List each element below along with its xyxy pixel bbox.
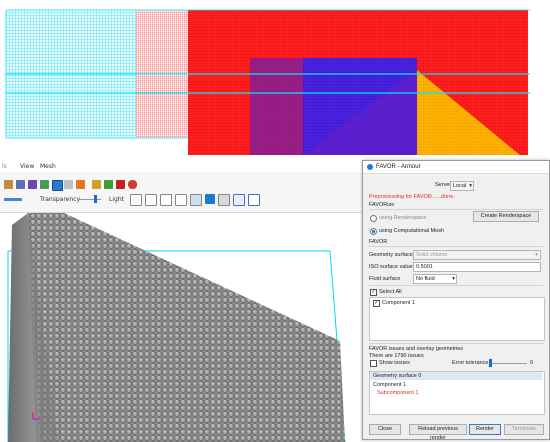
- light-label: Light: [109, 196, 124, 203]
- issues-section: FAVOR issues and overlay geometries: [369, 346, 464, 352]
- mesh-radio[interactable]: [370, 228, 377, 235]
- bc-icon[interactable]: [233, 194, 245, 206]
- axis-x-icon[interactable]: [145, 194, 157, 206]
- renderspace-radio-label: using Renderspace: [379, 215, 427, 221]
- divider: [369, 285, 543, 286]
- show-issues-label: Show issues: [379, 360, 410, 366]
- select-all-checkbox[interactable]: ✓: [370, 289, 377, 296]
- iso-surface-input[interactable]: 0.5001: [413, 262, 541, 272]
- fluid-surface-select[interactable]: No fluid ▾: [413, 274, 457, 284]
- menu-item-mesh[interactable]: Mesh: [40, 163, 56, 170]
- component-item[interactable]: Component 1: [382, 300, 415, 306]
- server-select[interactable]: Local ▾: [450, 181, 474, 191]
- menu-bar: ls View Mesh: [0, 160, 362, 172]
- light-slider-thumb[interactable]: [94, 195, 97, 203]
- toolbar: Transparency Light: [0, 172, 362, 213]
- print-icon[interactable]: [218, 194, 230, 206]
- fluid-surface-value: No fluid: [416, 276, 435, 282]
- edit-icon[interactable]: [248, 194, 260, 206]
- select-all-label: Select All: [379, 289, 402, 295]
- app-icon: [367, 164, 373, 170]
- divider: [369, 209, 543, 210]
- iso-view-icon[interactable]: [190, 194, 202, 206]
- mesh-top-canvas: [0, 0, 550, 160]
- solid-icon[interactable]: [16, 180, 25, 189]
- tree-component[interactable]: Component 1: [373, 382, 406, 388]
- component-checkbox[interactable]: ✓: [373, 300, 380, 307]
- component-icon[interactable]: [28, 180, 37, 189]
- favor-dialog: FAVOR - Armour Server Local ▾ Preprocess…: [362, 160, 550, 440]
- geometry-surface-select[interactable]: Solid volume ▾: [413, 250, 541, 260]
- render-button[interactable]: Render: [469, 424, 501, 435]
- axis-z-icon[interactable]: [175, 194, 187, 206]
- view-icon[interactable]: [64, 180, 73, 189]
- menu-item-view[interactable]: View: [20, 163, 34, 170]
- chevron-down-icon: ▾: [469, 183, 472, 189]
- open-icon[interactable]: [4, 180, 13, 189]
- fit-view-icon[interactable]: [205, 194, 215, 204]
- status-text: Preprocessing for FAVOR......done.: [369, 194, 455, 200]
- show-issues-checkbox[interactable]: [370, 360, 377, 367]
- reload-render-button[interactable]: Reload previous render: [409, 424, 467, 439]
- divider: [369, 246, 543, 247]
- close-button[interactable]: Close: [369, 424, 401, 435]
- baffle-icon[interactable]: [116, 180, 125, 189]
- chevron-down-icon: ▾: [535, 252, 538, 258]
- menu-item-edge[interactable]: ls: [2, 163, 7, 170]
- armour-render-canvas: [7, 213, 346, 442]
- favorize-section: FAVORize: [369, 202, 395, 208]
- mesh-icon[interactable]: [40, 180, 49, 189]
- probe-icon[interactable]: [76, 180, 85, 189]
- terminate-button[interactable]: Terminate: [504, 424, 544, 435]
- geometry-surface-label: Geometry surface: [369, 252, 413, 258]
- tree-header[interactable]: Geometry surface 0: [373, 373, 421, 379]
- select-icon[interactable]: [52, 180, 63, 191]
- favor-section: FAVOR: [369, 239, 388, 245]
- arrow-icon[interactable]: [104, 180, 113, 189]
- create-renderspace-button[interactable]: Create Renderspace: [473, 211, 539, 222]
- transparency-label: Transparency: [40, 196, 81, 203]
- tolerance-slider-thumb[interactable]: [489, 359, 492, 367]
- folder-icon[interactable]: [92, 180, 101, 189]
- renderspace-radio[interactable]: [370, 215, 377, 222]
- render-view[interactable]: [0, 213, 362, 442]
- iso-surface-label: ISO surface value: [369, 264, 413, 270]
- axis-view-icon[interactable]: [130, 194, 142, 206]
- fluid-surface-label: Fluid surface: [369, 276, 401, 282]
- tolerance-slider-track[interactable]: [489, 363, 527, 364]
- tolerance-value: 0: [530, 360, 534, 366]
- geometry-surface-value: Solid volume: [416, 252, 448, 258]
- tree-subcomponent[interactable]: Subcomponent 1: [377, 390, 419, 396]
- mesh-top-view: [0, 0, 550, 160]
- server-value: Local: [453, 183, 467, 189]
- light-slider-track[interactable]: [79, 199, 101, 200]
- server-label: Server: [435, 182, 452, 188]
- mesh-radio-label: using Computational Mesh: [379, 228, 445, 234]
- valve-icon[interactable]: [128, 180, 137, 189]
- divider: [369, 343, 543, 344]
- transparency-slider-track[interactable]: [4, 198, 22, 201]
- purple-mesh-block: [250, 58, 303, 155]
- dialog-title: FAVOR - Armour: [376, 164, 421, 170]
- chevron-down-icon: ▾: [452, 276, 455, 282]
- axis-y-icon[interactable]: [160, 194, 172, 206]
- issues-count: There are 1790 issues: [369, 353, 424, 359]
- error-tolerance-label: Error tolerance: [452, 360, 489, 366]
